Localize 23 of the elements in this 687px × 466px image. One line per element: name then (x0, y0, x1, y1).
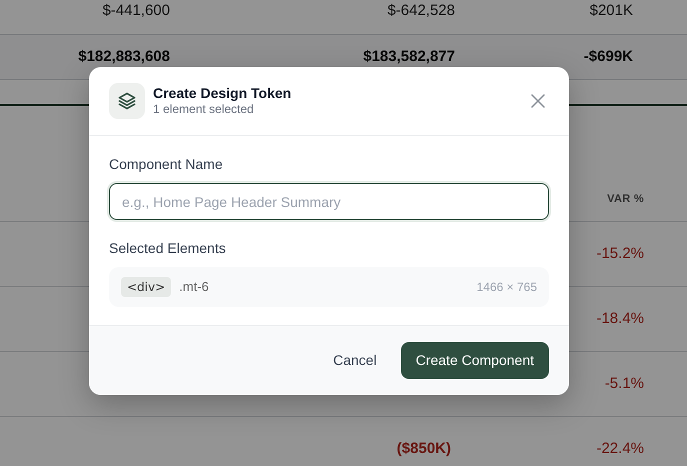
field-label: Selected Elements (109, 239, 227, 258)
class-name: .mt-6 (179, 278, 209, 296)
table-cell-text: $183,582,877 (362, 46, 455, 67)
table-cell-text: $201K (588, 1, 633, 21)
table-cell-text: -15.2% (595, 244, 644, 264)
table-cell-text: $182,883,608 (77, 46, 170, 67)
cancel-button[interactable]: Cancel (321, 342, 389, 379)
input-field[interactable]: e.g., Home Page Header Summary (109, 183, 549, 220)
dialog-title: Create Design Token (153, 84, 292, 102)
column-header: VAR % (607, 192, 644, 206)
create-component-button[interactable]: Create Component (400, 342, 549, 379)
field-label: Component Name (109, 155, 224, 174)
table-cell-text: $-642,528 (386, 1, 455, 21)
table-cell-text: -18.4% (595, 308, 644, 329)
table-cell-text: -$699K (582, 46, 633, 67)
dialog-subtitle: 1 element selected (153, 102, 255, 118)
table-cell-text: -5.1% (604, 374, 644, 394)
element-tag: <div> (121, 277, 172, 297)
table-cell-text: ($850K) (396, 438, 451, 459)
table-cell-text: $-441,600 (101, 1, 170, 21)
table-cell-text: -22.4% (595, 438, 644, 459)
layers-icon (109, 83, 145, 119)
element-size: 1466 × 765 (476, 279, 537, 296)
